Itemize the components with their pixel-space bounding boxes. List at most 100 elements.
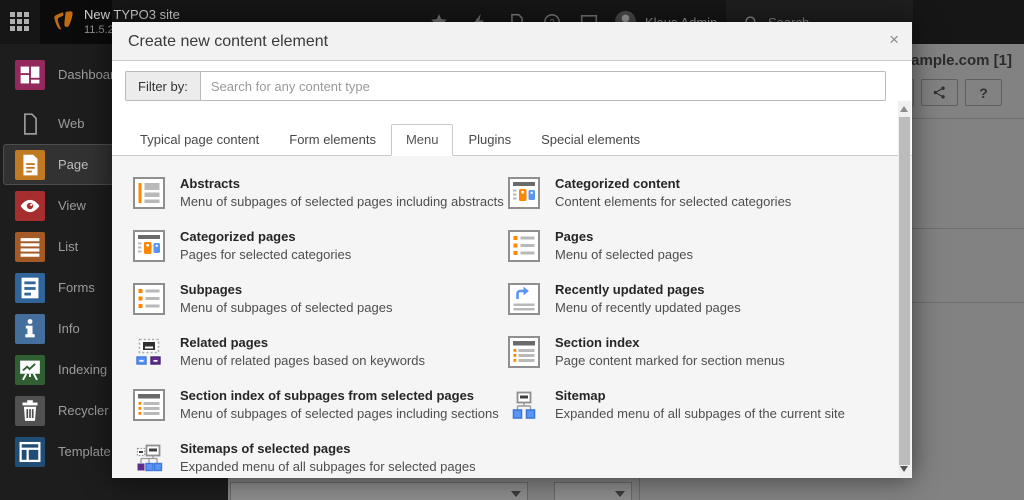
ce-sitemap-icon: [508, 389, 540, 421]
filter-label: Filter by:: [125, 71, 200, 101]
create-content-element-modal: Create new content element × Filter by: …: [112, 22, 912, 478]
ce-abstracts-icon: [133, 177, 165, 209]
content-element-item[interactable]: Abstracts Menu of subpages of selected pa…: [133, 175, 508, 228]
sidebar-nav: Dashboard Web Page View List Forms Info Indexin…: [0, 54, 112, 472]
content-element-title: Categorized content: [555, 176, 791, 191]
content-element-description: Pages for selected categories: [180, 247, 351, 262]
dashboard-module-icon: [15, 60, 45, 90]
modules-menu-toggle-icon[interactable]: [9, 11, 33, 35]
ce-sitemaps-selected-icon: [133, 442, 165, 474]
sidebar-item-label: Page: [58, 157, 88, 172]
sidebar-item-label: Indexing: [58, 362, 107, 377]
ce-subpages-icon: [133, 283, 165, 315]
share-button[interactable]: [921, 79, 958, 106]
content-element-title: Sitemap: [555, 388, 845, 403]
sidebar-item-label: View: [58, 198, 86, 213]
template-module-icon: [15, 437, 45, 467]
content-element-item[interactable]: Sitemap Expanded menu of all subpages of …: [508, 387, 892, 440]
content-element-description: Menu of recently updated pages: [555, 300, 741, 315]
content-element-item[interactable]: Pages Menu of selected pages: [508, 228, 892, 281]
content-element-description: Menu of subpages of selected pages inclu…: [180, 194, 504, 209]
page-title: example.com [1]: [894, 52, 1012, 69]
tab-form-elements[interactable]: Form elements: [274, 124, 391, 156]
info-module-icon: [15, 314, 45, 344]
sidebar-item-info[interactable]: Info: [0, 308, 112, 349]
sidebar-item-page[interactable]: Page: [0, 144, 112, 185]
modal-title: Create new content element: [112, 22, 912, 61]
ce-recently-updated-icon: [508, 283, 540, 315]
tab-menu[interactable]: Menu: [391, 124, 454, 156]
typo3-logo-icon: [52, 10, 75, 33]
sidebar-item-web[interactable]: Web: [0, 103, 112, 144]
content-element-title: Categorized pages: [180, 229, 351, 244]
view-module-icon: [15, 191, 45, 221]
ce-categorized-content-icon: [508, 177, 540, 209]
list-module-icon: [15, 232, 45, 262]
content-element-tabs: Typical page contentForm elementsMenuPlu…: [112, 124, 912, 156]
tab-plugins[interactable]: Plugins: [453, 124, 526, 156]
content-element-title: Section index of subpages from selected …: [180, 388, 499, 403]
content-element-item[interactable]: Related pages Menu of related pages based…: [133, 334, 508, 387]
content-type-search-input[interactable]: [200, 71, 886, 101]
module-sidebar: Dashboard Web Page View List Forms Info Indexin…: [0, 44, 112, 500]
ce-categorized-pages-icon: [133, 230, 165, 262]
sidebar-item-dashboard[interactable]: Dashboard: [0, 54, 112, 95]
content-element-item[interactable]: Recently updated pages Menu of recently u…: [508, 281, 892, 334]
indexing-module-icon: [15, 355, 45, 385]
content-element-title: Pages: [555, 229, 693, 244]
sidebar-item-label: List: [58, 239, 78, 254]
content-element-title: Related pages: [180, 335, 425, 350]
sidebar-item-template[interactable]: Template: [0, 431, 112, 472]
content-element-item[interactable]: Section index of subpages from selected …: [133, 387, 508, 440]
content-element-title: Subpages: [180, 282, 392, 297]
help-button[interactable]: ?: [965, 79, 1002, 106]
share-icon: [932, 85, 947, 100]
ce-pages-icon: [508, 230, 540, 262]
site-name: New TYPO3 site: [84, 7, 180, 22]
content-element-description: Expanded menu of all subpages of the cur…: [555, 406, 845, 421]
background-select[interactable]: [554, 482, 632, 500]
web-group-icon: [15, 109, 45, 139]
forms-module-icon: [15, 273, 45, 303]
sidebar-item-view[interactable]: View: [0, 185, 112, 226]
menu-tab-panel: Abstracts Menu of subpages of selected pa…: [112, 156, 912, 478]
scrollbar-thumb[interactable]: [899, 117, 910, 465]
content-element-description: Menu of selected pages: [555, 247, 693, 262]
page-module-icon: [15, 150, 45, 180]
content-element-title: Abstracts: [180, 176, 504, 191]
recycler-module-icon: [15, 396, 45, 426]
panel-divider: [639, 478, 640, 500]
sidebar-item-label: Recycler: [58, 403, 109, 418]
content-element-description: Menu of subpages of selected pages inclu…: [180, 406, 499, 421]
content-element-item[interactable]: Categorized content Content elements for …: [508, 175, 892, 228]
content-element-description: Expanded menu of all subpages for select…: [180, 459, 476, 474]
sidebar-item-recycler[interactable]: Recycler: [0, 390, 112, 431]
sidebar-item-label: Web: [58, 116, 85, 131]
sidebar-item-indexing[interactable]: Indexing: [0, 349, 112, 390]
scroll-down-icon[interactable]: [900, 466, 908, 472]
modal-body: Filter by: Typical page contentForm elem…: [112, 61, 912, 478]
content-element-item[interactable]: Section index Page content marked for sec…: [508, 334, 892, 387]
tab-typical-page-content[interactable]: Typical page content: [125, 124, 274, 156]
sidebar-item-label: Forms: [58, 280, 95, 295]
sidebar-item-list[interactable]: List: [0, 226, 112, 267]
content-element-title: Recently updated pages: [555, 282, 741, 297]
filter-row: Filter by:: [125, 71, 886, 101]
content-element-description: Menu of related pages based on keywords: [180, 353, 425, 368]
modal-scrollbar[interactable]: [898, 101, 911, 477]
tab-special-elements[interactable]: Special elements: [526, 124, 655, 156]
ce-section-index-subpages-icon: [133, 389, 165, 421]
ce-section-index-icon: [508, 336, 540, 368]
content-element-item[interactable]: Sitemaps of selected pagesExpanded menu …: [133, 440, 508, 478]
content-element-description: Menu of subpages of selected pages: [180, 300, 392, 315]
scroll-up-icon[interactable]: [900, 106, 908, 112]
content-element-item[interactable]: Subpages Menu of subpages of selected pag…: [133, 281, 508, 334]
close-icon[interactable]: ×: [889, 31, 899, 48]
modal-header: Create new content element ×: [112, 22, 912, 61]
content-element-title: Section index: [555, 335, 785, 350]
content-element-description: Content elements for selected categories: [555, 194, 791, 209]
content-element-description: Page content marked for section menus: [555, 353, 785, 368]
sidebar-item-forms[interactable]: Forms: [0, 267, 112, 308]
content-element-item[interactable]: Categorized pages Pages for selected cate…: [133, 228, 508, 281]
background-select[interactable]: [230, 482, 528, 500]
